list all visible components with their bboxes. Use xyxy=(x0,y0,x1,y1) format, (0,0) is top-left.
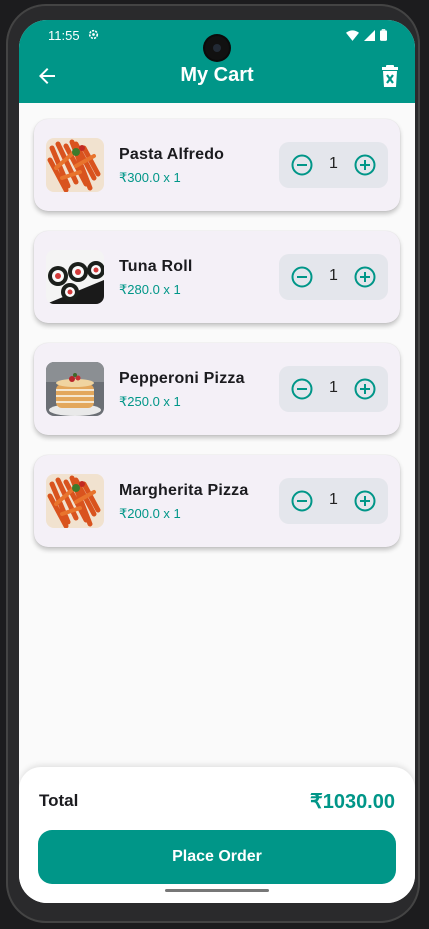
page-title: My Cart xyxy=(180,64,254,86)
quantity-stepper: 1 xyxy=(279,366,388,412)
system-icons xyxy=(346,29,387,41)
plus-circle-icon[interactable] xyxy=(353,153,377,177)
food-thumbnail xyxy=(46,474,104,528)
cart-item-card: Pasta Alfredo ₹300.0 x 1 1 xyxy=(34,119,400,211)
status-time: 11:55 xyxy=(48,28,80,43)
item-name: Pepperoni Pizza xyxy=(119,370,245,387)
app-bar: 11:55 My Cart xyxy=(19,20,415,103)
item-name: Tuna Roll xyxy=(119,258,193,275)
item-price: ₹280.0 x 1 xyxy=(119,282,181,297)
quantity-stepper: 1 xyxy=(279,142,388,188)
quantity-stepper: 1 xyxy=(279,478,388,524)
device-frame: 11:55 My Cart Pasta Alfredo ₹300.0 x 1 1… xyxy=(6,4,420,923)
total-amount: ₹1030.00 xyxy=(309,791,395,813)
cart-item-card: Tuna Roll ₹280.0 x 1 1 xyxy=(34,231,400,323)
signal-icon xyxy=(364,29,375,41)
cart-item-card: Margherita Pizza ₹200.0 x 1 1 xyxy=(34,455,400,547)
food-thumbnail xyxy=(46,138,104,192)
item-price: ₹300.0 x 1 xyxy=(119,170,181,185)
plus-circle-icon[interactable] xyxy=(353,265,377,289)
cart-item-card: Pepperoni Pizza ₹250.0 x 1 1 xyxy=(34,343,400,435)
item-price: ₹250.0 x 1 xyxy=(119,394,181,409)
food-thumbnail xyxy=(46,362,104,416)
status-bar: 11:55 xyxy=(19,20,415,60)
trash-icon[interactable] xyxy=(379,64,401,88)
plus-circle-icon[interactable] xyxy=(353,377,377,401)
quantity-stepper: 1 xyxy=(279,254,388,300)
plus-circle-icon[interactable] xyxy=(353,489,377,513)
settings-icon xyxy=(88,29,99,40)
item-name: Margherita Pizza xyxy=(119,482,249,499)
food-thumbnail xyxy=(46,250,104,304)
total-label: Total xyxy=(39,791,79,810)
battery-icon xyxy=(380,29,387,41)
home-indicator[interactable] xyxy=(165,889,269,892)
camera-cutout xyxy=(205,36,229,60)
place-order-button[interactable]: Place Order xyxy=(38,830,396,884)
app-screen: 11:55 My Cart Pasta Alfredo ₹300.0 x 1 1… xyxy=(19,20,415,903)
item-name: Pasta Alfredo xyxy=(119,146,225,163)
wifi-icon xyxy=(346,29,359,41)
item-price: ₹200.0 x 1 xyxy=(119,506,181,521)
order-summary-panel: Total ₹1030.00 Place Order xyxy=(19,767,415,903)
cart-list: Pasta Alfredo ₹300.0 x 1 1 Tuna Roll ₹28… xyxy=(34,119,400,567)
